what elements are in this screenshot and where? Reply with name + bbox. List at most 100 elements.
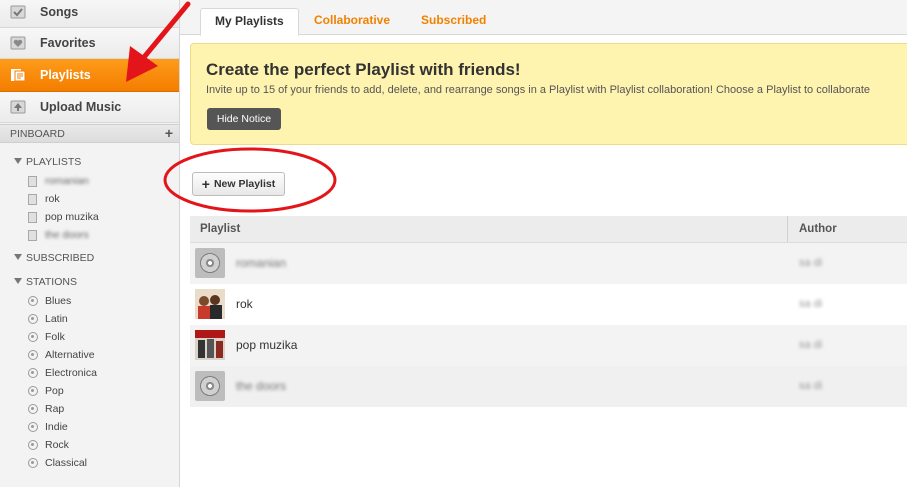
document-icon xyxy=(28,229,37,241)
radio-station-icon xyxy=(28,314,38,324)
album-cover xyxy=(195,330,225,360)
playlist-author[interactable]: sa di xyxy=(799,339,822,351)
pinboard-playlist-item[interactable]: pop muzika xyxy=(28,209,99,225)
hide-notice-button[interactable]: Hide Notice xyxy=(207,108,281,130)
playlists-section-label: PLAYLISTS xyxy=(26,156,82,168)
document-icon xyxy=(28,211,37,223)
pinboard-playlist-item[interactable]: the doors xyxy=(28,227,89,243)
station-item[interactable]: Classical xyxy=(28,455,87,471)
nav-playlists-label: Playlists xyxy=(40,68,91,82)
radio-station-icon xyxy=(28,404,38,414)
playlist-name[interactable]: the doors xyxy=(236,379,286,393)
stations-section-header[interactable]: STATIONS xyxy=(14,276,77,288)
station-label: Indie xyxy=(45,421,68,433)
tab-my-playlists[interactable]: My Playlists xyxy=(200,8,299,36)
collapse-triangle-icon xyxy=(14,278,22,284)
radio-station-icon xyxy=(28,422,38,432)
nav-upload-label: Upload Music xyxy=(40,100,122,114)
playlist-name[interactable]: romanian xyxy=(236,256,286,270)
table-header: Playlist Author xyxy=(190,216,907,243)
heart-icon xyxy=(10,36,26,50)
upload-icon xyxy=(10,100,26,114)
station-item[interactable]: Folk xyxy=(28,329,65,345)
plus-icon: + xyxy=(201,176,210,192)
pinboard-playlist-label: rok xyxy=(45,193,60,205)
notice-body: Invite up to 15 of your friends to add, … xyxy=(206,84,871,96)
new-playlist-label: New Playlist xyxy=(213,178,276,190)
tab-collaborative[interactable]: Collaborative xyxy=(300,8,404,34)
radio-station-icon xyxy=(28,350,38,360)
disc-icon xyxy=(195,248,225,278)
playlist-name[interactable]: rok xyxy=(236,297,253,311)
station-item[interactable]: Electronica xyxy=(28,365,97,381)
station-item[interactable]: Blues xyxy=(28,293,71,309)
radio-station-icon xyxy=(28,458,38,468)
station-label: Pop xyxy=(45,385,64,397)
tab-bar: My Playlists Collaborative Subscribed xyxy=(180,0,907,36)
nav-songs[interactable]: Songs xyxy=(0,0,179,28)
playlist-author[interactable]: sa di xyxy=(799,298,822,310)
main-panel: My Playlists Collaborative Subscribed Cr… xyxy=(180,0,907,487)
station-label: Folk xyxy=(45,331,65,343)
radio-station-icon xyxy=(28,296,38,306)
station-label: Classical xyxy=(45,457,88,469)
pinboard-playlist-item[interactable]: rok xyxy=(28,191,60,207)
pinboard-label: PINBOARD xyxy=(10,128,65,140)
checkbox-icon xyxy=(10,5,26,19)
nav-songs-label: Songs xyxy=(40,5,79,19)
sidebar: Songs Favorites Playlists Upload Music P… xyxy=(0,0,180,487)
playlist-icon xyxy=(11,69,26,82)
playlist-name[interactable]: pop muzika xyxy=(236,338,297,352)
station-item[interactable]: Pop xyxy=(28,383,64,399)
radio-station-icon xyxy=(28,332,38,342)
station-label: Alternative xyxy=(45,349,95,361)
table-row[interactable]: the doors sa di xyxy=(190,366,907,407)
subscribed-section-header[interactable]: SUBSCRIBED xyxy=(14,252,94,264)
document-icon xyxy=(28,175,37,187)
station-label: Rap xyxy=(45,403,65,415)
collapse-triangle-icon xyxy=(14,158,22,164)
pinboard-playlist-label: romanian xyxy=(45,175,89,187)
disc-icon xyxy=(195,371,225,401)
station-label: Blues xyxy=(45,295,72,307)
station-item[interactable]: Alternative xyxy=(28,347,95,363)
add-pinboard-button[interactable]: + xyxy=(165,125,173,141)
new-playlist-button[interactable]: + New Playlist xyxy=(192,172,285,196)
table-row[interactable]: pop muzika sa di xyxy=(190,325,907,366)
nav-playlists[interactable]: Playlists xyxy=(0,59,179,92)
radio-station-icon xyxy=(28,386,38,396)
album-cover xyxy=(195,289,225,319)
tab-subscribed[interactable]: Subscribed xyxy=(407,8,500,34)
table-row[interactable]: romanian sa di xyxy=(190,243,907,284)
nav-favorites-label: Favorites xyxy=(40,36,96,50)
station-label: Latin xyxy=(45,313,68,325)
playlist-author[interactable]: sa di xyxy=(799,380,822,392)
pinboard-playlist-label: pop muzika xyxy=(45,211,99,223)
nav-favorites[interactable]: Favorites xyxy=(0,28,179,59)
document-icon xyxy=(28,193,37,205)
stations-section-label: STATIONS xyxy=(26,276,77,288)
station-item[interactable]: Indie xyxy=(28,419,68,435)
playlist-author[interactable]: sa di xyxy=(799,257,822,269)
station-item[interactable]: Latin xyxy=(28,311,68,327)
radio-station-icon xyxy=(28,368,38,378)
playlist-table: Playlist Author romanian sa di rok sa di xyxy=(190,216,907,407)
table-row[interactable]: rok sa di xyxy=(190,284,907,325)
station-label: Rock xyxy=(45,439,69,451)
radio-station-icon xyxy=(28,440,38,450)
station-label: Electronica xyxy=(45,367,97,379)
pinboard-playlist-label: the doors xyxy=(45,229,89,241)
nav-upload-music[interactable]: Upload Music xyxy=(0,92,179,123)
column-header-author[interactable]: Author xyxy=(799,223,837,235)
subscribed-section-label: SUBSCRIBED xyxy=(26,252,95,264)
playlists-section-header[interactable]: PLAYLISTS xyxy=(14,156,81,168)
column-header-playlist[interactable]: Playlist xyxy=(200,223,240,235)
collaboration-notice: Create the perfect Playlist with friends… xyxy=(190,43,907,145)
column-divider xyxy=(787,216,788,242)
pinboard-playlist-item[interactable]: romanian xyxy=(28,173,89,189)
pinboard-header: PINBOARD + xyxy=(0,124,179,143)
station-item[interactable]: Rock xyxy=(28,437,69,453)
station-item[interactable]: Rap xyxy=(28,401,64,417)
notice-title: Create the perfect Playlist with friends… xyxy=(206,60,521,79)
collapse-triangle-icon xyxy=(14,254,22,260)
